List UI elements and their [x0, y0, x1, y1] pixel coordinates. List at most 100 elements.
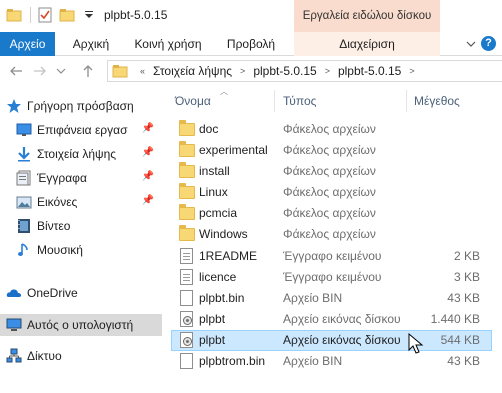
- list-item[interactable]: plpbt Αρχείο εικόνας δίσκου 1.440 KB: [171, 309, 492, 330]
- column-size[interactable]: Μέγεθος: [414, 94, 460, 108]
- file-name: pcmcia: [199, 206, 238, 220]
- tab-share[interactable]: Κοινή χρήση: [128, 32, 208, 56]
- disc-image-icon: [179, 311, 195, 327]
- help-icon[interactable]: ?: [481, 36, 496, 51]
- nav-label: Δίκτυο: [27, 349, 62, 363]
- nav-quick-access[interactable]: Γρήγορη πρόσβαση: [0, 95, 162, 117]
- nav-this-pc[interactable]: Αυτός ο υπολογιστή: [0, 314, 162, 336]
- new-folder-icon[interactable]: [59, 7, 75, 23]
- folder-icon: [112, 63, 128, 79]
- list-item[interactable]: 1README Έγγραφο κειμένου 2 KB: [171, 246, 492, 267]
- nav-label: Αυτός ο υπολογιστή: [27, 318, 134, 332]
- window-title: plpbt-5.0.15: [104, 8, 168, 22]
- folder-icon: [179, 141, 195, 158]
- nav-onedrive[interactable]: OneDrive: [0, 282, 162, 304]
- file-name: experimental: [199, 143, 268, 157]
- file-name: doc: [199, 122, 219, 136]
- column-divider[interactable]: [274, 90, 275, 112]
- list-item[interactable]: experimental Φάκελος αρχείων: [171, 140, 492, 161]
- nav-label: Επιφάνεια εργασ: [37, 123, 128, 137]
- column-type[interactable]: Τύπος: [283, 94, 316, 108]
- file-type: Φάκελος αρχείων: [283, 164, 376, 178]
- column-header-row: ︿ Όνομα Τύπος Μέγεθος: [163, 86, 502, 116]
- forward-arrow-icon[interactable]: [32, 63, 48, 79]
- breadcrumb-separator-icon[interactable]: >: [240, 66, 245, 76]
- tab-home[interactable]: Αρχική: [66, 32, 116, 56]
- breadcrumb-downloads[interactable]: Στοιχεία λήψης: [153, 64, 232, 78]
- breadcrumb-separator-icon[interactable]: >: [409, 66, 414, 76]
- list-item[interactable]: install Φάκελος αρχείων: [171, 161, 492, 182]
- file-size: 3 KB: [453, 270, 480, 284]
- pin-icon[interactable]: 📌: [142, 171, 154, 182]
- nav-videos[interactable]: Βίντεο: [0, 215, 162, 237]
- folder-icon: [179, 225, 195, 242]
- nav-downloads[interactable]: Στοιχεία λήψης 📌: [0, 143, 162, 165]
- file-type: Φάκελος αρχείων: [283, 206, 376, 220]
- list-item-selected[interactable]: plpbt Αρχείο εικόνας δίσκου 544 KB: [171, 330, 492, 351]
- file-name: 1README: [199, 249, 258, 263]
- list-item[interactable]: Linux Φάκελος αρχείων: [171, 182, 492, 203]
- address-bar[interactable]: « Στοιχεία λήψης > plpbt-5.0.15 > plpbt-…: [107, 60, 502, 82]
- network-icon: [6, 348, 22, 364]
- file-name: licence: [199, 270, 237, 284]
- list-item[interactable]: plpbt.bin Αρχείο BIN 43 KB: [171, 288, 492, 309]
- breadcrumb-plpbt-current[interactable]: plpbt-5.0.15: [338, 64, 401, 78]
- file-name: install: [199, 164, 230, 178]
- file-icon: [179, 353, 195, 369]
- file-size: 43 KB: [447, 291, 480, 305]
- quick-access-toolbar: [6, 7, 103, 23]
- nav-documents[interactable]: Έγγραφα 📌: [0, 167, 162, 189]
- file-name: plpbt: [199, 333, 226, 347]
- column-divider[interactable]: [406, 90, 407, 112]
- tab-view[interactable]: Προβολή: [221, 32, 281, 56]
- column-name[interactable]: Όνομα: [175, 94, 211, 108]
- up-arrow-icon[interactable]: [80, 63, 96, 79]
- mouse-pointer-icon: [408, 332, 424, 355]
- file-type: Έγγραφο κειμένου: [283, 270, 382, 284]
- file-size: 2 KB: [453, 249, 480, 263]
- list-item[interactable]: licence Έγγραφο κειμένου 3 KB: [171, 267, 492, 288]
- file-size: 43 KB: [447, 354, 480, 368]
- file-type: Φάκελος αρχείων: [283, 227, 376, 241]
- chevron-down-icon[interactable]: [466, 38, 476, 48]
- file-name: plpbtrom.bin: [199, 354, 266, 368]
- disc-image-icon: [179, 332, 195, 348]
- documents-icon: [16, 170, 32, 186]
- download-icon: [16, 146, 32, 162]
- pin-icon[interactable]: 📌: [142, 147, 154, 158]
- nav-label: Γρήγορη πρόσβαση: [27, 99, 134, 113]
- nav-pictures[interactable]: Εικόνες 📌: [0, 191, 162, 213]
- video-icon: [16, 218, 32, 234]
- properties-icon[interactable]: [37, 7, 53, 23]
- list-item[interactable]: pcmcia Φάκελος αρχείων: [171, 203, 492, 224]
- nav-label: Έγγραφα: [37, 171, 87, 185]
- file-type: Φάκελος αρχείων: [283, 122, 376, 136]
- nav-network[interactable]: Δίκτυο: [0, 345, 162, 367]
- overflow-chevron-icon[interactable]: «: [140, 66, 145, 76]
- folder-icon: [179, 120, 195, 137]
- customize-qat-icon[interactable]: [81, 7, 97, 23]
- tab-file[interactable]: Αρχείο: [0, 32, 55, 56]
- navigation-bar: « Στοιχεία λήψης > plpbt-5.0.15 > plpbt-…: [0, 57, 502, 85]
- file-type: Φάκελος αρχείων: [283, 143, 376, 157]
- back-arrow-icon[interactable]: [8, 63, 24, 79]
- list-item[interactable]: plpbtrom.bin Αρχείο BIN 43 KB: [171, 351, 492, 372]
- file-name: plpbt.bin: [199, 291, 245, 305]
- nav-music[interactable]: Μουσική: [0, 239, 162, 261]
- music-icon: [16, 242, 32, 258]
- pin-icon[interactable]: 📌: [142, 123, 154, 134]
- folder-icon: [6, 7, 22, 23]
- list-item[interactable]: Windows Φάκελος αρχείων: [171, 224, 492, 245]
- file-name: Windows: [199, 227, 248, 241]
- list-item[interactable]: doc Φάκελος αρχείων: [171, 119, 492, 140]
- tab-manage[interactable]: Διαχείριση: [294, 32, 440, 56]
- pin-icon[interactable]: 📌: [142, 195, 154, 206]
- title-bar: plpbt-5.0.15 Εργαλεία ειδώλου δίσκου: [0, 0, 502, 32]
- navigation-pane: Γρήγορη πρόσβαση Επιφάνεια εργασ 📌 Στοιχ…: [0, 86, 162, 393]
- breadcrumb-separator-icon[interactable]: >: [325, 66, 330, 76]
- recent-locations-chevron-icon[interactable]: [56, 63, 66, 79]
- text-document-icon: [179, 248, 195, 264]
- breadcrumb-plpbt-parent[interactable]: plpbt-5.0.15: [253, 64, 316, 78]
- nav-desktop[interactable]: Επιφάνεια εργασ 📌: [0, 119, 162, 141]
- folder-icon: [179, 162, 195, 179]
